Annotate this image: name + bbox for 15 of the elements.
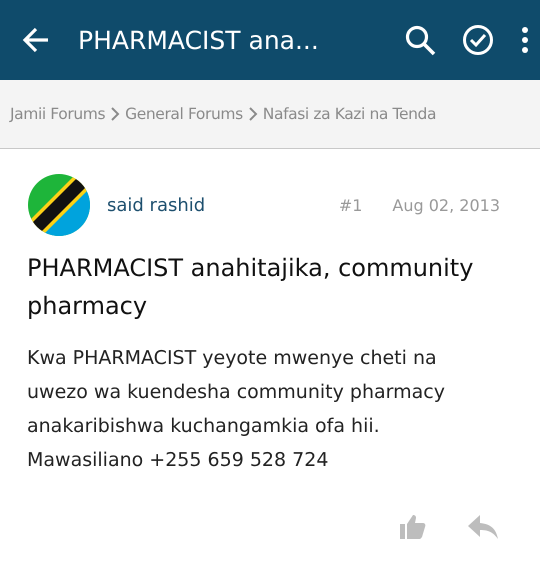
app-bar-title: PHARMACIST ana...: [78, 26, 320, 54]
more-menu-button[interactable]: [520, 26, 530, 54]
search-button[interactable]: [404, 24, 436, 56]
breadcrumb-link[interactable]: Nafasi za Kazi na Tenda: [262, 105, 436, 123]
check-circle-button[interactable]: [462, 24, 494, 56]
back-button[interactable]: [22, 26, 50, 54]
post-body: Kwa PHARMACIST yeyote mwenye cheti na uwezo wa kuendesha community pharmacy anakaribishwa kuchangamkia ofa hii. Mawasiliano +255 659 528 724: [27, 346, 446, 473]
author-name[interactable]: said rashid: [107, 194, 323, 216]
breadcrumb-link[interactable]: General Forums: [125, 105, 243, 123]
chevron-icon: [110, 106, 120, 122]
post-date: Aug 02, 2013: [392, 196, 500, 214]
post-title: PHARMACIST anahitajika, community pharmacy: [27, 253, 474, 322]
breadcrumb-link[interactable]: Jamii Forums: [10, 105, 106, 123]
post-number: #1: [338, 196, 362, 214]
chevron-icon: [248, 106, 258, 122]
